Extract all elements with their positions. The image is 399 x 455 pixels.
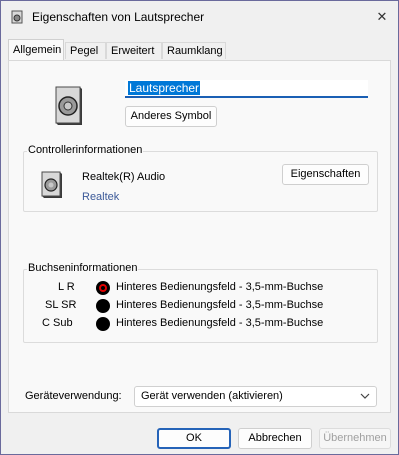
tab-pegel[interactable]: Pegel	[65, 42, 106, 59]
tab-erweitert[interactable]: Erweitert	[106, 42, 162, 59]
apply-button[interactable]: Übernehmen	[319, 428, 391, 449]
controller-info-group: Controllerinformationen Realtek(R) Audio…	[23, 144, 378, 212]
speaker-icon	[55, 86, 82, 125]
speaker-icon	[41, 171, 62, 198]
speaker-icon	[11, 10, 23, 24]
tab-allgemein[interactable]: Allgemein	[8, 39, 64, 60]
jack-info-title: Buchseninformationen	[27, 262, 139, 274]
cancel-button[interactable]: Abbrechen	[238, 428, 312, 449]
title-bar[interactable]: Eigenschaften von Lautsprecher ✕	[1, 1, 398, 33]
jack-color-icon	[96, 317, 110, 331]
chevron-down-icon	[360, 387, 370, 413]
device-usage-select[interactable]: Gerät verwenden (aktivieren)	[134, 386, 377, 407]
close-icon: ✕	[376, 9, 388, 24]
jack-location: Hinteres Bedienungsfeld - 3,5-mm-Buchse	[116, 281, 324, 293]
window-title: Eigenschaften von Lautsprecher	[32, 10, 205, 24]
controller-vendor-link[interactable]: Realtek	[82, 191, 119, 203]
device-usage-label: Geräteverwendung:	[25, 390, 122, 402]
jack-color-icon	[96, 299, 110, 313]
device-name-input[interactable]: Lautsprecher	[125, 80, 368, 98]
jack-row: SL SR Hinteres Bedienungsfeld - 3,5-mm-B…	[24, 298, 324, 314]
jack-channel-label: C Sub	[42, 317, 73, 329]
ok-button[interactable]: OK	[157, 428, 231, 449]
jack-channel-label: L R	[58, 281, 75, 293]
jack-location: Hinteres Bedienungsfeld - 3,5-mm-Buchse	[116, 299, 324, 311]
jack-row: L R Hinteres Bedienungsfeld - 3,5-mm-Buc…	[24, 280, 324, 296]
change-icon-button[interactable]: Anderes Symbol	[125, 106, 217, 127]
jack-location: Hinteres Bedienungsfeld - 3,5-mm-Buchse	[116, 317, 324, 329]
jack-channel-label: SL SR	[45, 299, 77, 311]
jack-info-group: Buchseninformationen L R Hinteres Bedien…	[23, 262, 378, 343]
tab-panel: Lautsprecher Anderes Symbol Controllerin…	[8, 60, 391, 413]
close-button[interactable]: ✕	[370, 5, 394, 29]
device-name-value: Lautsprecher	[128, 81, 201, 95]
tab-raumklang[interactable]: Raumklang	[162, 42, 226, 59]
controller-name: Realtek(R) Audio	[82, 171, 166, 183]
controller-properties-button[interactable]: Eigenschaften	[282, 164, 369, 185]
device-usage-value: Gerät verwenden (aktivieren)	[141, 390, 283, 402]
jack-row: C Sub Hinteres Bedienungsfeld - 3,5-mm-B…	[24, 316, 324, 332]
jack-color-icon	[96, 281, 110, 295]
controller-info-title: Controllerinformationen	[27, 144, 144, 156]
properties-window: Eigenschaften von Lautsprecher ✕ Allgeme…	[0, 0, 399, 455]
